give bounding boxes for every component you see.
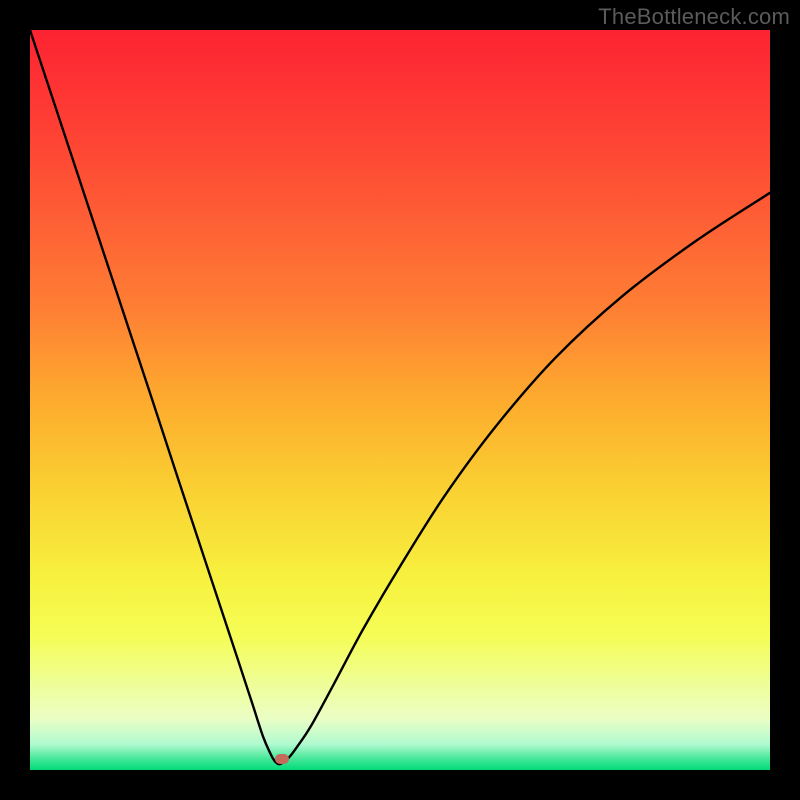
- plot-area: [30, 30, 770, 770]
- bottleneck-curve: [30, 30, 770, 770]
- minimum-marker: [275, 754, 289, 764]
- watermark-text: TheBottleneck.com: [598, 4, 790, 30]
- chart-frame: TheBottleneck.com: [0, 0, 800, 800]
